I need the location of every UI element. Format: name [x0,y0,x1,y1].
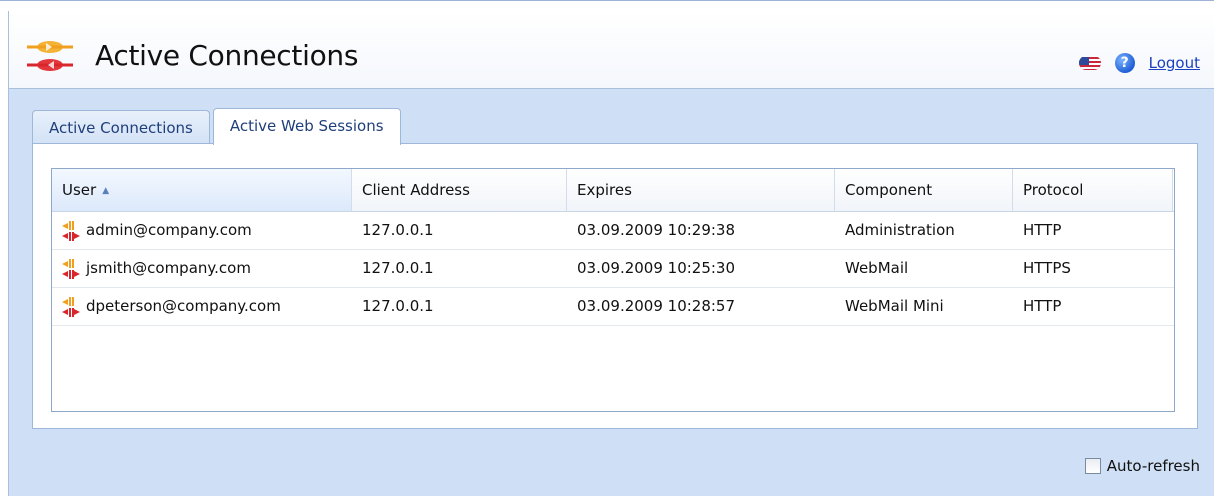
tab-active-connections[interactable]: Active Connections [32,110,210,144]
protocol-cell: HTTP [1023,297,1062,315]
component-cell: WebMail Mini [845,297,944,315]
user-cell: jsmith@company.com [52,250,352,287]
column-header-user[interactable]: User ▲ [52,169,352,211]
client-address-cell: 127.0.0.1 [362,297,434,315]
page-title: Active Connections [95,39,359,72]
column-header-label: User [62,181,97,199]
expires-cell: 03.09.2009 10:25:30 [577,259,736,277]
us-flag-icon[interactable] [1078,56,1101,70]
client-address-cell: 127.0.0.1 [362,259,434,277]
tab-active-web-sessions[interactable]: Active Web Sessions [212,108,401,145]
connection-icon [62,258,80,279]
auto-refresh-label: Auto-refresh [1106,457,1200,475]
tab-panel: User ▲ Client Address Expires Component P… [32,143,1198,429]
column-header-expires[interactable]: Expires [567,169,835,211]
user-email: admin@company.com [86,221,252,239]
column-header-component[interactable]: Component [835,169,1013,211]
connection-icon [62,220,80,241]
help-icon[interactable]: ? [1114,53,1135,73]
column-header-client-address[interactable]: Client Address [352,169,567,211]
user-cell: admin@company.com [52,212,352,249]
client-address-cell: 127.0.0.1 [362,221,434,239]
protocol-cell: HTTPS [1023,259,1071,277]
component-cell: WebMail [845,259,909,277]
user-cell: dpeterson@company.com [52,288,352,325]
component-cell: Administration [845,221,955,239]
expires-cell: 03.09.2009 10:29:38 [577,221,736,239]
sessions-grid: User ▲ Client Address Expires Component P… [51,168,1175,412]
auto-refresh-control[interactable]: Auto-refresh [1084,457,1200,475]
user-email: dpeterson@company.com [86,297,281,315]
connections-logo-icon [27,41,73,71]
content-area: Active Connections Active Web Sessions U… [8,89,1214,496]
app-window: Active Connections ? Logout Active Conne… [0,0,1214,496]
table-row[interactable]: dpeterson@company.com 127.0.0.1 03.09.20… [52,288,1174,326]
table-row[interactable]: admin@company.com 127.0.0.1 03.09.2009 1… [52,212,1174,250]
sort-ascending-icon: ▲ [102,186,110,196]
column-header-protocol[interactable]: Protocol [1013,169,1173,211]
user-email: jsmith@company.com [86,259,251,277]
page-header: Active Connections ? Logout [8,11,1214,89]
auto-refresh-checkbox[interactable] [1084,458,1101,474]
header-actions: ? Logout [1078,51,1200,75]
protocol-cell: HTTP [1023,221,1062,239]
tab-bar: Active Connections Active Web Sessions [32,108,404,145]
connection-icon [62,296,80,317]
logout-link[interactable]: Logout [1149,54,1200,72]
expires-cell: 03.09.2009 10:28:57 [577,297,736,315]
table-row[interactable]: jsmith@company.com 127.0.0.1 03.09.2009 … [52,250,1174,288]
grid-header: User ▲ Client Address Expires Component P… [52,169,1174,212]
